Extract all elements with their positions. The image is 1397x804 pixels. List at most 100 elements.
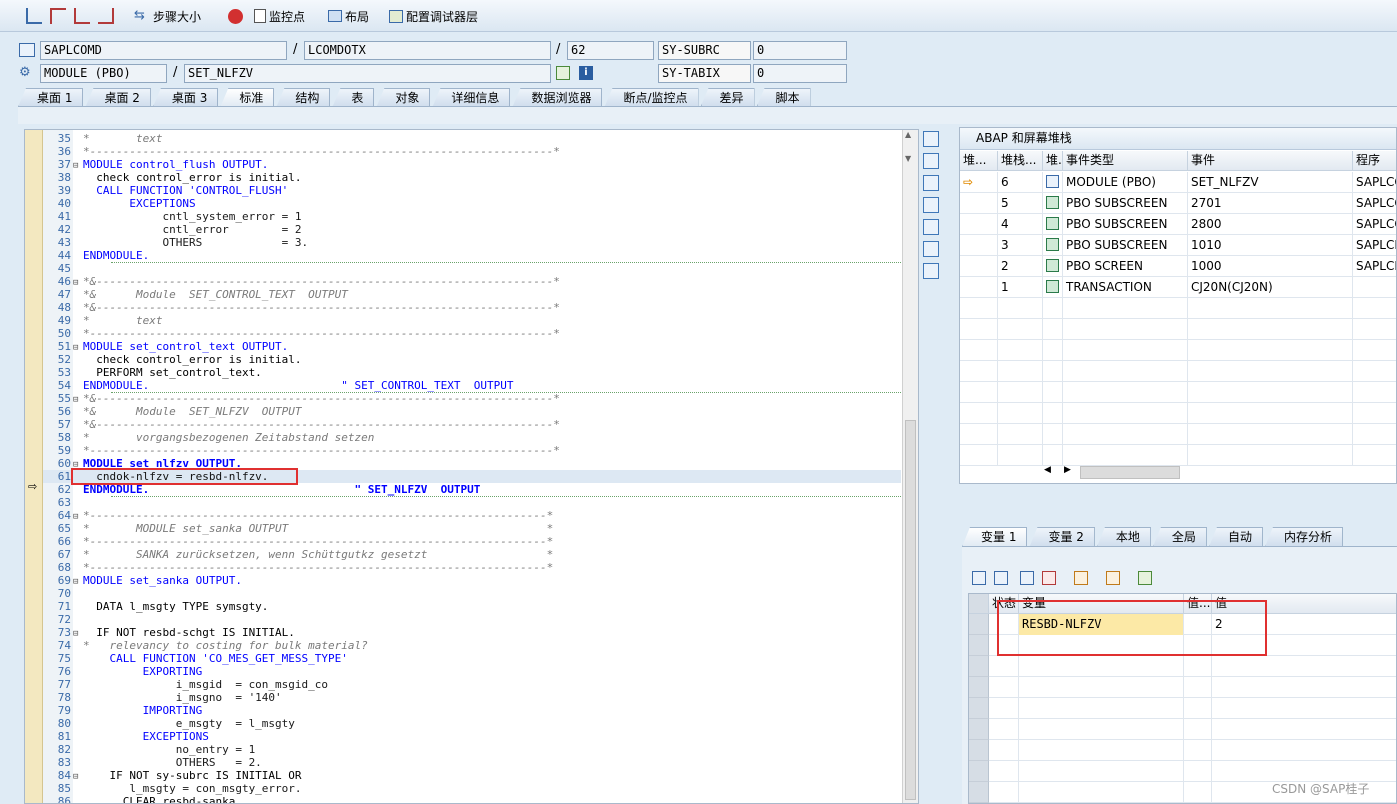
variable-row[interactable] bbox=[969, 677, 1396, 698]
code-line[interactable]: 35 * text bbox=[43, 132, 901, 145]
code-line[interactable]: 50 *-------------------------------------… bbox=[43, 327, 901, 340]
variable-cell[interactable] bbox=[1184, 761, 1212, 782]
code-line[interactable]: 84 ⊟ IF NOT sy-subrc IS INITIAL OR bbox=[43, 769, 901, 782]
stack-row[interactable]: 4 PBO SUBSCREEN2800SAPLCO bbox=[960, 214, 1396, 235]
code-line[interactable]: 44 ENDMODULE. bbox=[43, 249, 901, 262]
row-selector[interactable] bbox=[969, 698, 989, 719]
variable-cell[interactable] bbox=[1019, 698, 1184, 719]
code-line[interactable]: 58 * vorgangsbezogenen Zeitabstand setzen bbox=[43, 431, 901, 444]
insert-icon[interactable] bbox=[994, 571, 1008, 585]
watchpoint-button[interactable]: 监控点 bbox=[254, 6, 305, 26]
stack-column-header[interactable]: 堆... bbox=[960, 151, 998, 171]
code-line[interactable]: 52 check control_error is initial. bbox=[43, 353, 901, 366]
single-step-icon[interactable] bbox=[26, 6, 42, 26]
variable-tab[interactable]: 变量 2 bbox=[1029, 527, 1095, 547]
main-tab[interactable]: 详细信息 bbox=[432, 88, 511, 107]
variable-cell[interactable] bbox=[1019, 782, 1184, 803]
code-line[interactable]: 66 *-------------------------------------… bbox=[43, 535, 901, 548]
row-selector-header[interactable] bbox=[969, 594, 989, 614]
variable-row[interactable] bbox=[969, 740, 1396, 761]
stack-row[interactable]: 3 PBO SUBSCREEN1010SAPLCN bbox=[960, 235, 1396, 256]
variable-cell[interactable] bbox=[1019, 656, 1184, 677]
stack-horizontal-scrollbar[interactable]: ◀ ▶ bbox=[1044, 465, 1180, 480]
new-tool-icon[interactable] bbox=[923, 153, 939, 169]
append-icon[interactable] bbox=[1020, 571, 1034, 585]
code-line[interactable]: 49 * text bbox=[43, 314, 901, 327]
variable-cell[interactable] bbox=[1212, 698, 1396, 719]
row-selector[interactable] bbox=[969, 635, 989, 656]
variable-row[interactable] bbox=[969, 719, 1396, 740]
export-icon[interactable] bbox=[1106, 571, 1120, 585]
execute-icon[interactable] bbox=[50, 6, 66, 26]
code-line[interactable]: 75 CALL FUNCTION 'CO_MES_GET_MESS_TYPE' bbox=[43, 652, 901, 665]
variable-cell[interactable] bbox=[989, 656, 1019, 677]
main-tab[interactable]: 断点/监控点 bbox=[604, 88, 699, 107]
code-line[interactable]: 65 * MODULE set_sanka OUTPUT * bbox=[43, 522, 901, 535]
stack-row[interactable]: 2 PBO SCREEN1000SAPLCN bbox=[960, 256, 1396, 277]
code-line[interactable]: 57 *&------------------------------------… bbox=[43, 418, 901, 431]
scroll-down-icon[interactable]: ▼ bbox=[905, 154, 911, 163]
continue-icon[interactable] bbox=[98, 6, 114, 26]
stack-column-header[interactable]: 堆栈... bbox=[998, 151, 1043, 171]
variable-row[interactable] bbox=[969, 698, 1396, 719]
stack-column-header[interactable]: 堆. bbox=[1043, 151, 1063, 171]
variable-cell[interactable] bbox=[989, 782, 1019, 803]
variable-tab[interactable]: 本地 bbox=[1096, 527, 1151, 547]
maximize-icon[interactable] bbox=[923, 197, 939, 213]
code-line[interactable]: 67 * SANKA zurücksetzen, wenn Schüttgutkz… bbox=[43, 548, 901, 561]
variable-cell[interactable] bbox=[1019, 740, 1184, 761]
variable-cell[interactable] bbox=[1212, 740, 1396, 761]
return-icon[interactable] bbox=[74, 6, 90, 26]
row-selector[interactable] bbox=[969, 677, 989, 698]
code-line[interactable]: 81 EXCEPTIONS bbox=[43, 730, 901, 743]
variable-tab[interactable]: 全局 bbox=[1152, 527, 1207, 547]
code-line[interactable]: 59 *-------------------------------------… bbox=[43, 444, 901, 457]
row-selector[interactable] bbox=[969, 761, 989, 782]
step-size-button[interactable]: ⇆ 步骤大小 bbox=[134, 6, 201, 26]
code-line[interactable]: 54 ENDMODULE. " SET_CONTROL_TEXT OUTPUT bbox=[43, 379, 901, 392]
delete-icon[interactable] bbox=[972, 571, 986, 585]
import-icon[interactable] bbox=[1074, 571, 1088, 585]
close-icon[interactable] bbox=[923, 131, 939, 147]
code-line[interactable]: 53 PERFORM set_control_text. bbox=[43, 366, 901, 379]
variable-cell[interactable] bbox=[1184, 740, 1212, 761]
code-line[interactable]: 43 OTHERS = 3. bbox=[43, 236, 901, 249]
code-line[interactable]: 70 bbox=[43, 587, 901, 600]
settings-icon[interactable] bbox=[923, 263, 939, 279]
variable-cell[interactable] bbox=[989, 677, 1019, 698]
variable-cell[interactable] bbox=[1184, 782, 1212, 803]
variable-row[interactable] bbox=[969, 656, 1396, 677]
stack-row[interactable]: ⇨6 MODULE (PBO)SET_NLFZVSAPLCO bbox=[960, 172, 1396, 193]
layout-button[interactable]: 布局 bbox=[328, 6, 369, 26]
variable-cell[interactable] bbox=[1019, 719, 1184, 740]
variable-cell[interactable] bbox=[1212, 719, 1396, 740]
code-line[interactable]: 74 * relevancy to costing for bulk materi… bbox=[43, 639, 901, 652]
variable-cell[interactable] bbox=[1184, 698, 1212, 719]
main-tab[interactable]: 结构 bbox=[276, 88, 331, 107]
code-line[interactable]: 48 *&------------------------------------… bbox=[43, 301, 901, 314]
editor-vertical-scrollbar[interactable]: ▲ ▼ bbox=[902, 130, 918, 803]
swap-icon[interactable] bbox=[923, 219, 939, 235]
code-line[interactable]: 38 check control_error is initial. bbox=[43, 171, 901, 184]
variable-cell[interactable] bbox=[1019, 761, 1184, 782]
code-line[interactable]: 37 ⊟ MODULE control_flush OUTPUT. bbox=[43, 158, 901, 171]
navigate-icon[interactable] bbox=[556, 66, 570, 80]
variable-tab[interactable]: 自动 bbox=[1208, 527, 1263, 547]
code-line[interactable]: 83 OTHERS = 2. bbox=[43, 756, 901, 769]
code-line[interactable]: 80 e_msgty = l_msgty bbox=[43, 717, 901, 730]
variable-cell[interactable] bbox=[1212, 677, 1396, 698]
scroll-up-icon[interactable]: ▲ bbox=[905, 130, 911, 139]
variable-cell[interactable] bbox=[1212, 656, 1396, 677]
code-line[interactable]: 72 bbox=[43, 613, 901, 626]
code-line[interactable]: 85 l_msgty = con_msgty_error. bbox=[43, 782, 901, 795]
variable-cell[interactable] bbox=[989, 740, 1019, 761]
code-line[interactable]: 69 ⊟ MODULE set_sanka OUTPUT. bbox=[43, 574, 901, 587]
code-line[interactable]: 63 bbox=[43, 496, 901, 509]
variable-cell[interactable] bbox=[1019, 677, 1184, 698]
scroll-right-icon[interactable]: ▶ bbox=[1064, 465, 1071, 475]
stop-button[interactable] bbox=[228, 6, 243, 26]
stack-column-header[interactable]: 事件 bbox=[1188, 151, 1353, 171]
main-tab[interactable]: 桌面 2 bbox=[85, 88, 151, 107]
breakpoint-column[interactable]: ⇨ bbox=[25, 130, 43, 803]
code-line[interactable]: 40 EXCEPTIONS bbox=[43, 197, 901, 210]
